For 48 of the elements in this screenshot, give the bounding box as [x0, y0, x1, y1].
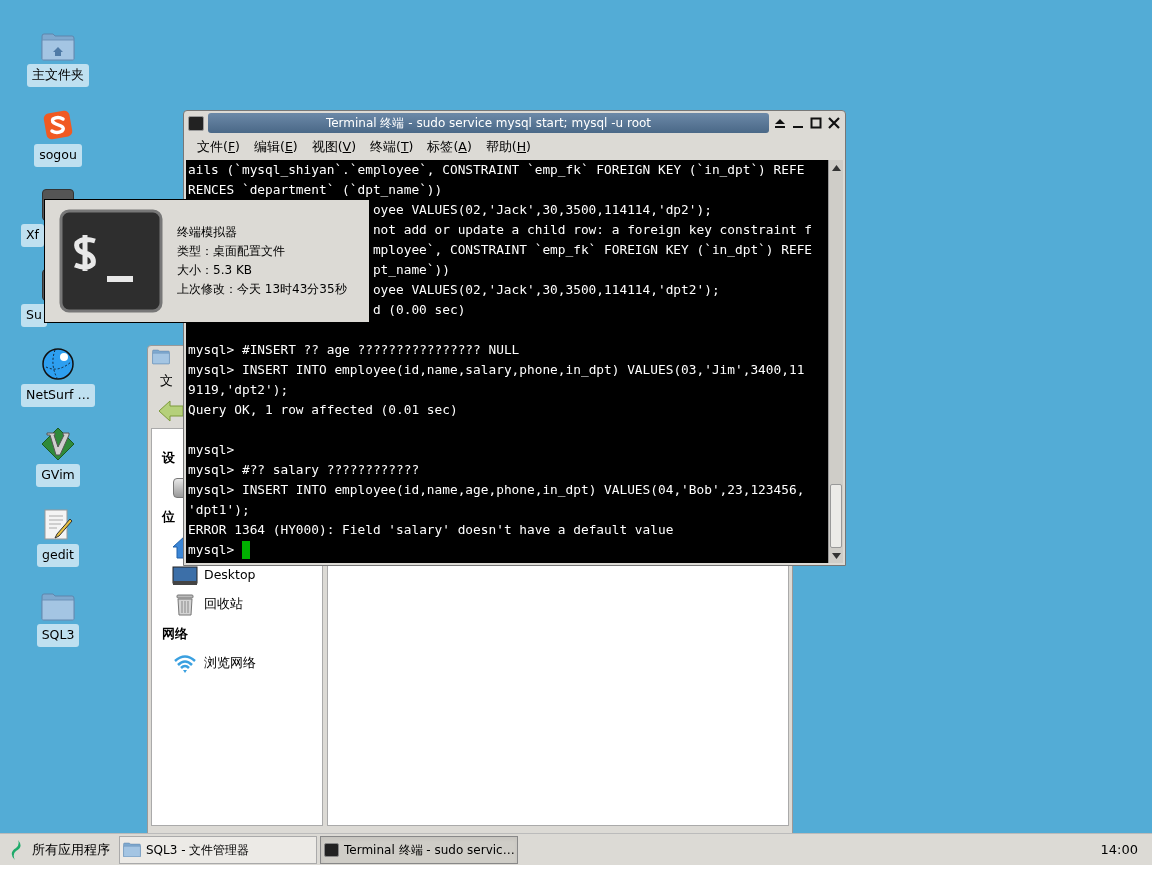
start-menu-button[interactable]: 所有应用程序 [4, 835, 116, 864]
taskbar-button[interactable]: Terminal 终端 - sudo servic… [320, 835, 518, 864]
sidebar-item[interactable]: 回收站 [204, 595, 243, 614]
menu-item[interactable]: 视图(V) [304, 136, 363, 159]
terminal-line: mysql> INSERT INTO employee(id,name,age,phone,in_dpt) VALUES(04,'Bob',23,123456, [188, 481, 805, 499]
terminal-line: not add or update a child row: a foreign key constraint f [372, 221, 813, 239]
terminal-line: mysql> INSERT INTO employee(id,name,salary,phone,in_dpt) VALUES(03,'Jim',3400,11 [188, 361, 805, 379]
desktop-icon-label[interactable]: NetSurf … [21, 384, 95, 407]
sidebar-item[interactable]: 浏览网络 [204, 654, 256, 673]
terminal-line: d (0.00 sec) [372, 301, 466, 319]
terminal-line: ails (`mysql_shiyan`.`employee`, CONSTRAINT `emp_fk` FOREIGN KEY (`in_dpt`) REFE [188, 161, 805, 179]
window-title: Terminal 终端 - sudo service mysql start; mysql -u root [208, 113, 769, 133]
terminal-line: oyee VALUES(02,'Jack',30,3500,114114,'dpt2'); [372, 281, 720, 299]
clock: 14:00 [1100, 840, 1139, 859]
terminal-line: ERROR 1364 (HY000): Field 'salary' doesn't have a default value [188, 521, 674, 539]
sidebar-heading: 位 [162, 507, 175, 526]
desktop-icon-label[interactable]: Xf [21, 224, 44, 247]
menu-item[interactable]: 文件(F) [190, 136, 247, 159]
terminal-line: oyee VALUES(02,'Jack',30,3500,114114,'dp2'); [372, 201, 712, 219]
terminal-line: Query OK, 1 row affected (0.01 sec) [188, 401, 458, 419]
taskbar-button[interactable]: SQL3 - 文件管理器 [119, 835, 317, 864]
sidebar-heading: 设 [162, 448, 175, 467]
desktop-icon-label[interactable]: sogou [34, 144, 82, 167]
desktop-icon-label[interactable]: gedit [37, 544, 79, 567]
terminal-line: pt_name`)) [372, 261, 450, 279]
desktop-icon-label[interactable]: SQL3 [36, 624, 80, 647]
terminal-line: RENCES `department` (`dpt_name`)) [188, 181, 443, 199]
menu-item[interactable]: 文 [154, 371, 179, 391]
tooltip-text: 大小：5.3 KB [177, 262, 252, 279]
tooltip-text: 类型：桌面配置文件 [177, 243, 285, 260]
terminal-prompt: mysql> [188, 541, 235, 559]
tooltip-text: 上次修改：今天 13时43分35秒 [177, 281, 347, 298]
desktop-icon-label[interactable]: GVim [36, 464, 80, 487]
terminal-line: mysql> #?? salary ???????????? [188, 461, 420, 479]
menu-item[interactable]: 终端(T) [363, 136, 421, 159]
terminal-line: 9119,'dpt2'); [188, 381, 289, 399]
terminal-line: mysql> [188, 441, 235, 459]
terminal-line: mployee`, CONSTRAINT `emp_fk` FOREIGN KEY (`in_dpt`) REFE [372, 241, 813, 259]
menu-item[interactable]: 帮助(H) [478, 136, 538, 159]
desktop-icon-label[interactable]: 主文件夹 [27, 64, 89, 87]
desktop-icon-label[interactable]: Su [21, 304, 47, 327]
tooltip-text: 终端模拟器 [177, 224, 237, 241]
terminal-line: mysql> #INSERT ?? age ???????????????? NULL [188, 341, 520, 359]
sidebar-heading: 网络 [162, 624, 188, 643]
menu-item[interactable]: 编辑(E) [247, 136, 305, 159]
menu-item[interactable]: 标签(A) [420, 136, 479, 159]
terminal-line: 'dpt1'); [188, 501, 250, 519]
sidebar-item[interactable]: Desktop [204, 566, 256, 585]
